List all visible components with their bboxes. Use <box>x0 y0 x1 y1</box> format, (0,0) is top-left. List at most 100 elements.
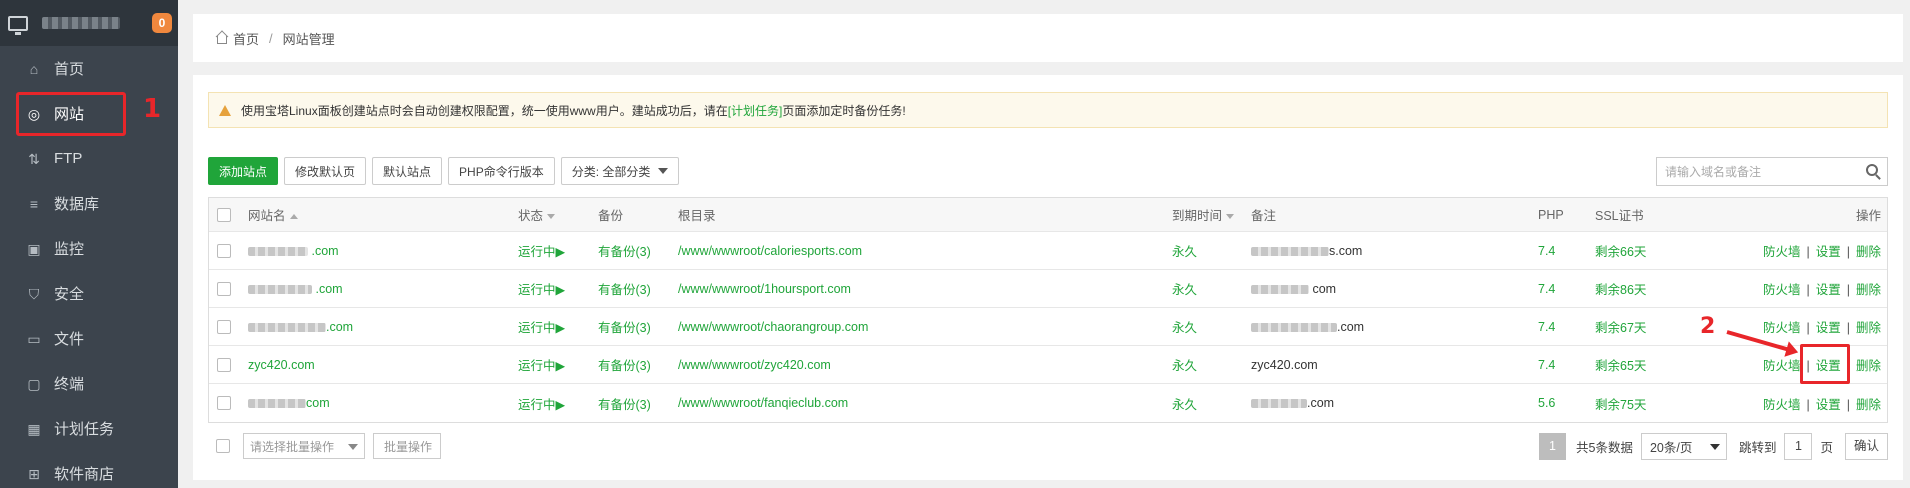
sidebar-header: 0 <box>0 0 178 46</box>
php-version[interactable]: 7.4 <box>1538 320 1555 334</box>
search-icon[interactable] <box>1866 164 1878 176</box>
header-expire[interactable]: 到期时间 <box>1172 205 1235 224</box>
batch-operation-select[interactable]: 请选择批量操作 <box>243 433 365 459</box>
firewall-link[interactable]: 防火墙 <box>1763 359 1801 373</box>
sort-asc-icon <box>289 214 298 220</box>
jump-page-input[interactable]: 1 <box>1784 432 1813 460</box>
sidebar-item-files[interactable]: ▭ 文件 <box>0 316 178 361</box>
expire-value[interactable]: 永久 <box>1172 241 1197 260</box>
status-running[interactable]: 运行中▶ <box>518 355 565 374</box>
table-row: .com 运行中▶ 有备份(3) /www/wwwroot/chaorangro… <box>209 308 1887 346</box>
firewall-link[interactable]: 防火墙 <box>1763 283 1801 297</box>
ssl-status[interactable]: 剩余86天 <box>1595 279 1646 298</box>
chevron-down-icon <box>658 168 669 174</box>
ssl-status[interactable]: 剩余67天 <box>1595 317 1646 336</box>
delete-link[interactable]: 删除 <box>1856 245 1881 259</box>
php-version[interactable]: 7.4 <box>1538 244 1555 258</box>
backup-link[interactable]: 有备份(3) <box>598 355 651 374</box>
php-cli-version-button[interactable]: PHP命令行版本 <box>448 157 555 185</box>
root-path-link[interactable]: /www/wwwroot/fanqieclub.com <box>678 396 848 410</box>
root-path-link[interactable]: /www/wwwroot/chaorangroup.com <box>678 320 868 334</box>
row-checkbox[interactable] <box>217 281 231 296</box>
delete-link[interactable]: 删除 <box>1856 398 1881 412</box>
expire-value[interactable]: 永久 <box>1172 279 1197 298</box>
settings-link[interactable]: 设置 <box>1816 283 1841 297</box>
sidebar-item-security[interactable]: ⛉ 安全 <box>0 271 178 316</box>
status-running[interactable]: 运行中▶ <box>518 394 565 413</box>
modify-default-page-button[interactable]: 修改默认页 <box>284 157 367 185</box>
note-value[interactable]: .com <box>1251 320 1364 334</box>
root-path-link[interactable]: /www/wwwroot/caloriesports.com <box>678 244 862 258</box>
firewall-link[interactable]: 防火墙 <box>1763 398 1801 412</box>
backup-link[interactable]: 有备份(3) <box>598 279 651 298</box>
row-checkbox[interactable] <box>217 396 231 410</box>
note-value[interactable]: s.com <box>1251 244 1362 258</box>
page-current[interactable]: 1 <box>1539 432 1566 460</box>
sidebar-item-ftp[interactable]: ⇅ FTP <box>0 136 178 181</box>
note-value[interactable]: com <box>1251 282 1336 296</box>
notification-badge[interactable]: 0 <box>152 13 172 33</box>
header-status[interactable]: 状态 <box>518 205 556 224</box>
expire-value[interactable]: 永久 <box>1172 355 1197 374</box>
status-running[interactable]: 运行中▶ <box>518 317 565 336</box>
settings-link[interactable]: 设置 <box>1816 321 1841 335</box>
note-value[interactable]: zyc420.com <box>1251 358 1318 372</box>
sidebar-item-cron[interactable]: ▦ 计划任务 <box>0 406 178 451</box>
ftp-icon: ⇅ <box>28 150 40 167</box>
delete-link[interactable]: 删除 <box>1856 283 1881 297</box>
breadcrumb-home[interactable]: 首页 <box>233 29 259 48</box>
breadcrumb-current: 网站管理 <box>282 31 335 47</box>
warning-icon <box>219 104 231 116</box>
add-site-button[interactable]: 添加站点 <box>208 157 279 185</box>
row-checkbox[interactable] <box>217 357 231 372</box>
site-name-link[interactable]: .com <box>248 244 339 258</box>
site-name-link[interactable]: .com <box>248 282 343 296</box>
select-all-checkbox[interactable] <box>217 207 231 222</box>
default-site-button[interactable]: 默认站点 <box>372 157 443 185</box>
row-checkbox[interactable] <box>217 243 231 258</box>
site-name-link[interactable]: com <box>248 396 330 410</box>
search-input[interactable]: 请输入域名或备注 <box>1656 157 1888 186</box>
ssl-status[interactable]: 剩余75天 <box>1595 394 1646 413</box>
php-version[interactable]: 7.4 <box>1538 282 1555 296</box>
notice-cron-link[interactable]: [计划任务] <box>728 102 783 119</box>
ssl-status[interactable]: 剩余66天 <box>1595 241 1646 260</box>
backup-link[interactable]: 有备份(3) <box>598 394 651 413</box>
settings-link[interactable]: 设置 <box>1816 245 1841 259</box>
page-size-select[interactable]: 20条/页 <box>1640 432 1727 460</box>
table-footer: 请选择批量操作 批量操作 1 共5条数据 20条/页 跳转到 1 页 确认 <box>208 431 1888 461</box>
annotation-number-1: 1 <box>143 94 162 124</box>
site-name-link[interactable]: .com <box>248 320 353 334</box>
expire-value[interactable]: 永久 <box>1172 394 1197 413</box>
sidebar-item-home[interactable]: ⌂ 首页 <box>0 46 178 91</box>
footer-select-all-checkbox[interactable] <box>216 439 230 453</box>
sidebar-item-monitor[interactable]: ▣ 监控 <box>0 226 178 271</box>
header-name[interactable]: 网站名 <box>248 205 298 224</box>
confirm-jump-button[interactable]: 确认 <box>1844 432 1888 460</box>
batch-operation-button[interactable]: 批量操作 <box>373 433 441 459</box>
root-path-link[interactable]: /www/wwwroot/1hoursport.com <box>678 282 851 296</box>
backup-link[interactable]: 有备份(3) <box>598 241 651 260</box>
settings-link[interactable]: 设置 <box>1816 398 1841 412</box>
site-name-link[interactable]: zyc420.com <box>248 358 315 372</box>
ssl-status[interactable]: 剩余65天 <box>1595 355 1646 374</box>
delete-link[interactable]: 删除 <box>1856 359 1881 373</box>
firewall-link[interactable]: 防火墙 <box>1763 245 1801 259</box>
php-version[interactable]: 7.4 <box>1538 358 1555 372</box>
backup-link[interactable]: 有备份(3) <box>598 317 651 336</box>
firewall-link[interactable]: 防火墙 <box>1763 321 1801 335</box>
sidebar-item-terminal[interactable]: ▢ 终端 <box>0 361 178 406</box>
php-version[interactable]: 5.6 <box>1538 396 1555 410</box>
table-row: .com 运行中▶ 有备份(3) /www/wwwroot/caloriespo… <box>209 232 1887 270</box>
toolbar: 添加站点 修改默认页 默认站点 PHP命令行版本 分类: 全部分类 <box>208 157 680 187</box>
expire-value[interactable]: 永久 <box>1172 317 1197 336</box>
category-select[interactable]: 分类: 全部分类 <box>560 157 680 185</box>
note-value[interactable]: .com <box>1251 396 1334 410</box>
delete-link[interactable]: 删除 <box>1856 321 1881 335</box>
status-running[interactable]: 运行中▶ <box>518 241 565 260</box>
sidebar-item-database[interactable]: ≡ 数据库 <box>0 181 178 226</box>
status-running[interactable]: 运行中▶ <box>518 279 565 298</box>
row-checkbox[interactable] <box>217 319 231 334</box>
sidebar-item-store[interactable]: ⊞ 软件商店 <box>0 451 178 488</box>
root-path-link[interactable]: /www/wwwroot/zyc420.com <box>678 358 831 372</box>
